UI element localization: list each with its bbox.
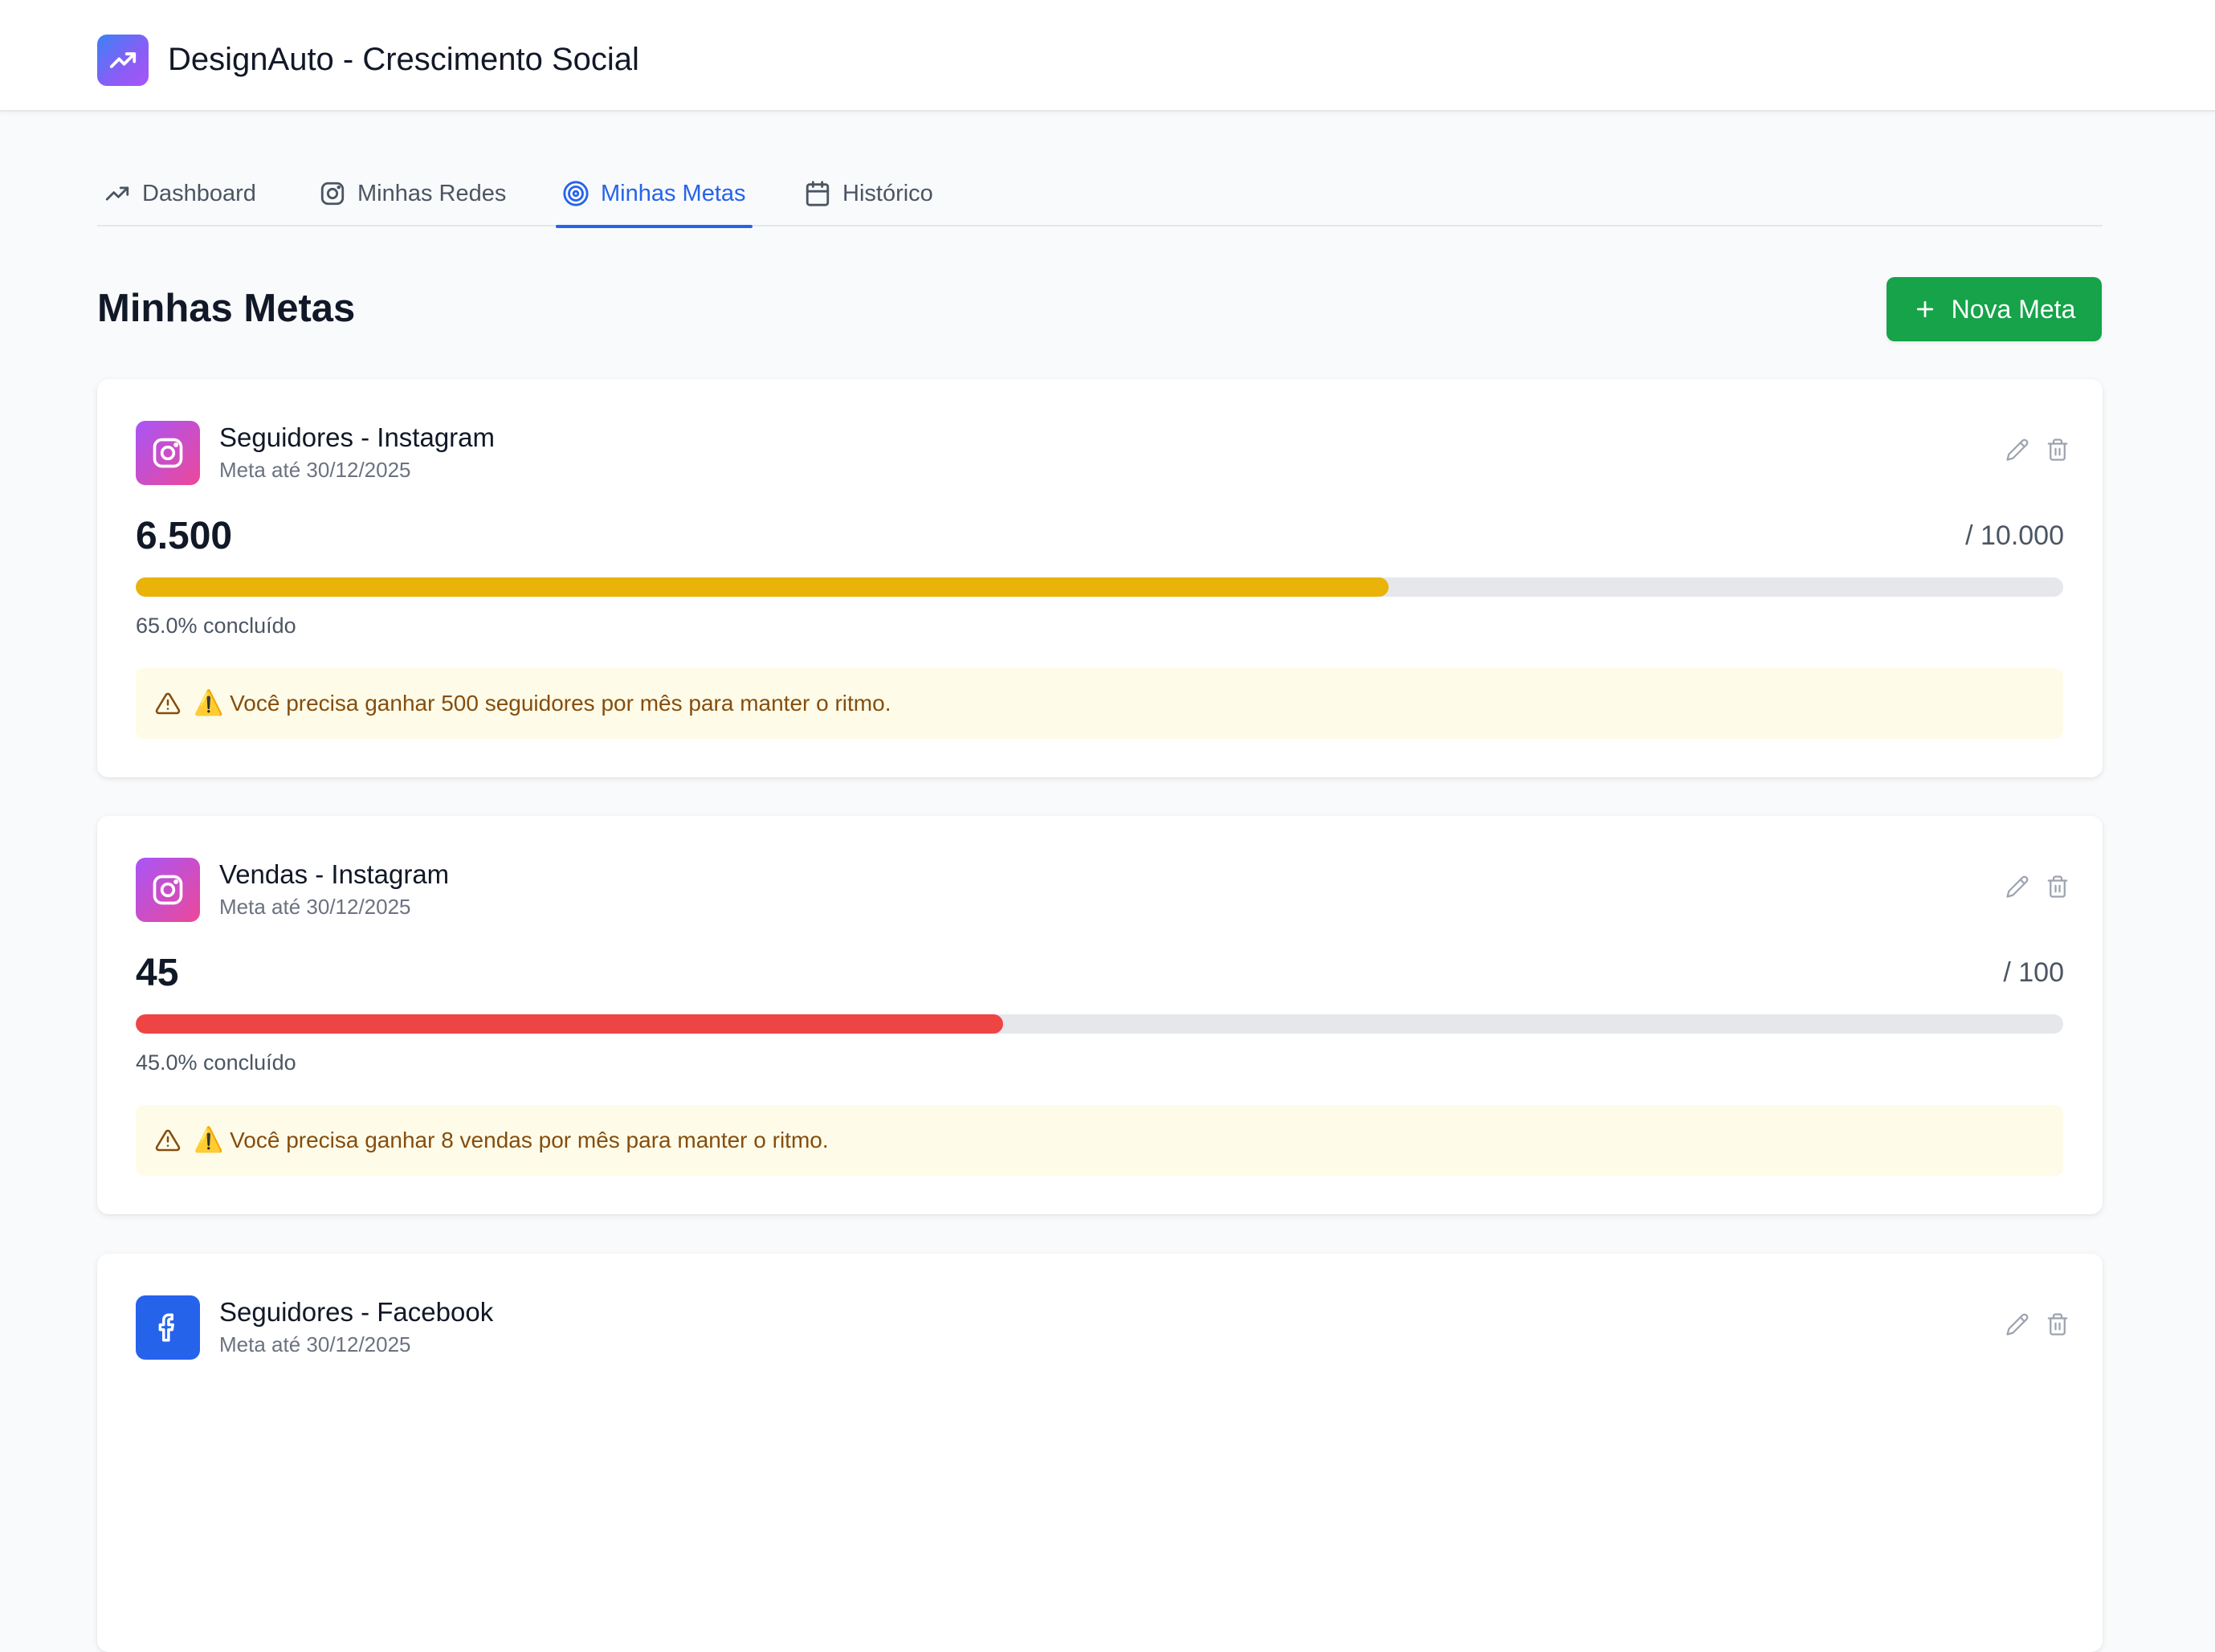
new-goal-button[interactable]: Nova Meta <box>1887 277 2102 341</box>
goal-deadline: Meta até 30/12/2025 <box>219 458 411 482</box>
pencil-icon <box>2006 438 2029 461</box>
goal-card: Seguidores - Facebook Meta até 30/12/202… <box>97 1254 2103 1652</box>
pace-alert: ⚠️ Você precisa ganhar 500 seguidores po… <box>136 668 2063 739</box>
top-bar: DesignAuto - Crescimento Social <box>0 0 2215 112</box>
instagram-badge <box>136 858 200 922</box>
goal-title: Seguidores - Facebook <box>219 1297 494 1327</box>
tab-label: Histórico <box>842 180 933 206</box>
goal-title: Vendas - Instagram <box>219 859 450 889</box>
facebook-icon <box>158 1313 174 1342</box>
instagram-icon <box>320 182 345 206</box>
tab-label: Minhas Metas <box>601 180 746 206</box>
goal-actions <box>2005 874 2070 899</box>
tab-minhas-metas[interactable]: Minhas Metas <box>556 161 753 228</box>
delete-goal-button[interactable] <box>2045 874 2070 899</box>
progress-fill <box>136 1014 1003 1034</box>
target-icon <box>563 181 589 206</box>
trash-icon <box>2047 1313 2068 1336</box>
goal-actions <box>2005 1311 2070 1337</box>
trash-icon <box>2047 875 2068 898</box>
edit-goal-button[interactable] <box>2005 1311 2030 1337</box>
delete-goal-button[interactable] <box>2045 1311 2070 1337</box>
goal-title: Seguidores - Instagram <box>219 422 496 452</box>
app-logo <box>97 35 149 86</box>
alert-triangle-icon <box>155 692 181 715</box>
warning-emoji-icon: ⚠️ <box>194 690 224 716</box>
goal-target-value: / 100 <box>2003 957 2064 988</box>
goal-card: Seguidores - Instagram Meta até 30/12/20… <box>97 379 2103 777</box>
pencil-icon <box>2006 1313 2029 1336</box>
trending-up-icon <box>109 52 137 68</box>
goal-actions <box>2005 437 2070 463</box>
edit-goal-button[interactable] <box>2005 874 2030 899</box>
app-title: DesignAuto - Crescimento Social <box>168 42 639 77</box>
progress-bar <box>136 577 2063 597</box>
instagram-icon <box>153 438 183 468</box>
trending-up-icon <box>105 186 129 201</box>
goal-current-value: 45 <box>136 952 179 994</box>
tab-dashboard[interactable]: Dashboard <box>97 161 263 226</box>
plus-icon <box>1916 300 1933 318</box>
calendar-icon <box>806 181 830 206</box>
instagram-badge <box>136 421 200 485</box>
progress-fill <box>136 577 1389 597</box>
new-goal-label: Nova Meta <box>1951 294 2076 324</box>
tab-minhas-redes[interactable]: Minhas Redes <box>312 161 512 226</box>
progress-bar <box>136 1014 2063 1034</box>
progress-label: 45.0% concluído <box>136 1050 296 1075</box>
instagram-icon <box>153 875 183 905</box>
goal-deadline: Meta até 30/12/2025 <box>219 1332 411 1356</box>
main-tabs: Dashboard Minhas Redes Minhas Metas Hist… <box>97 161 2103 228</box>
trash-icon <box>2047 438 2068 461</box>
tab-label: Minhas Redes <box>357 180 507 206</box>
goal-target-value: / 10.000 <box>1965 520 2064 551</box>
goal-card: Vendas - Instagram Meta até 30/12/2025 4… <box>97 816 2103 1214</box>
pace-alert: ⚠️ Você precisa ganhar 8 vendas por mês … <box>136 1105 2063 1176</box>
tab-label: Dashboard <box>142 180 256 206</box>
progress-label: 65.0% concluído <box>136 614 296 638</box>
delete-goal-button[interactable] <box>2045 437 2070 463</box>
edit-goal-button[interactable] <box>2005 437 2030 463</box>
goal-deadline: Meta até 30/12/2025 <box>219 895 411 919</box>
facebook-badge <box>136 1295 200 1360</box>
goal-current-value: 6.500 <box>136 515 233 557</box>
alert-message: ⚠️ Você precisa ganhar 500 seguidores po… <box>194 691 891 716</box>
alert-triangle-icon <box>155 1129 181 1152</box>
warning-emoji-icon: ⚠️ <box>194 1127 224 1153</box>
alert-text: Você precisa ganhar 8 vendas por mês par… <box>230 1128 829 1152</box>
alert-text: Você precisa ganhar 500 seguidores por m… <box>230 691 891 716</box>
tab-historico[interactable]: Histórico <box>797 161 940 226</box>
alert-message: ⚠️ Você precisa ganhar 8 vendas por mês … <box>194 1128 829 1153</box>
pencil-icon <box>2006 875 2029 898</box>
page-title: Minhas Metas <box>97 287 356 330</box>
